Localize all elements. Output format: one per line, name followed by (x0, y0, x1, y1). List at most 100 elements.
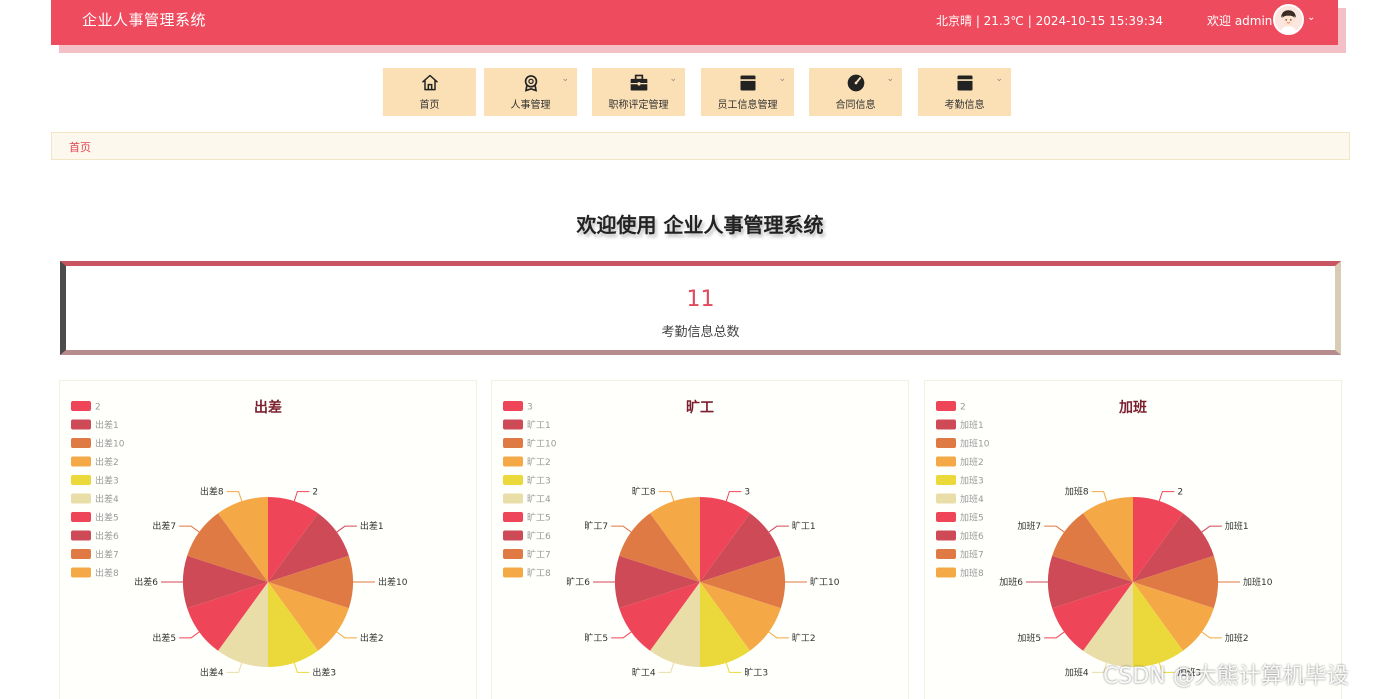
legend-label[interactable]: 出差2 (95, 456, 119, 468)
legend-label[interactable]: 出差10 (95, 438, 125, 450)
slice-label-line (293, 491, 310, 502)
nav-item-contract[interactable]: 合同信息 ⌄ (809, 68, 902, 116)
legend-label[interactable]: 出差5 (95, 512, 119, 524)
legend-label[interactable]: 2 (95, 403, 101, 413)
legend-label[interactable]: 出差1 (95, 419, 119, 431)
chart-title: 旷工 (686, 399, 714, 416)
legend-swatch[interactable] (936, 438, 956, 448)
nav-item-attendance[interactable]: 考勤信息 ⌄ (918, 68, 1011, 116)
nav-item-label: 人事管理 (510, 100, 551, 111)
slice-label-line (1044, 631, 1065, 639)
slice-label: 加班6 (999, 576, 1023, 588)
legend-label[interactable]: 旷工10 (527, 438, 557, 450)
nav-item-title-review[interactable]: 职称评定管理 ⌄ (592, 68, 685, 116)
legend-swatch[interactable] (936, 401, 956, 411)
legend-label[interactable]: 旷工6 (527, 530, 551, 542)
legend-label[interactable]: 加班4 (960, 493, 984, 505)
slice-label-line (768, 631, 789, 639)
legend-swatch[interactable] (503, 549, 523, 559)
legend-label[interactable]: 加班5 (960, 512, 984, 524)
legend-swatch[interactable] (71, 419, 91, 430)
legend-swatch[interactable] (936, 475, 956, 485)
nav-item-employee[interactable]: 员工信息管理 ⌄ (701, 68, 794, 116)
legend-swatch[interactable] (936, 493, 956, 504)
legend-label[interactable]: 旷工3 (527, 475, 551, 487)
legend-label[interactable]: 3 (527, 403, 533, 413)
slice-label: 旷工3 (744, 666, 768, 678)
avatar-icon (1275, 6, 1302, 33)
legend-swatch[interactable] (936, 549, 956, 559)
legend-label[interactable]: 旷工8 (527, 567, 551, 579)
slice-label: 出差4 (200, 666, 224, 678)
chart-card-business-trip: 出差 2 出差1 出差10 出差2 出差3 出差4 出差5 出差6 出差7 出差8 2 出差1 出差10 出… (59, 380, 477, 699)
slice-label: 2 (1177, 488, 1183, 498)
slice-label: 出差5 (152, 632, 176, 644)
legend-label[interactable]: 加班7 (960, 549, 984, 561)
slice-label-line (226, 662, 243, 673)
weather-text: 北京晴 | 21.3℃ (936, 14, 1024, 28)
slice-label: 出差8 (200, 486, 224, 498)
nav-item-personnel[interactable]: 人事管理 ⌄ (484, 68, 577, 116)
legend-label[interactable]: 加班8 (960, 567, 984, 579)
legend-label[interactable]: 加班2 (960, 456, 984, 468)
slice-label: 旷工6 (566, 576, 590, 588)
slice-label: 2 (312, 488, 318, 498)
legend-label[interactable]: 旷工2 (527, 456, 551, 468)
legend-swatch[interactable] (503, 456, 523, 467)
chevron-down-icon[interactable]: ⌄ (1307, 12, 1315, 23)
legend-swatch[interactable] (71, 401, 91, 411)
legend-swatch[interactable] (503, 567, 523, 578)
legend-swatch[interactable] (71, 438, 91, 448)
slice-label: 旷工10 (810, 576, 840, 588)
legend-swatch[interactable] (71, 567, 91, 578)
legend-label[interactable]: 旷工4 (527, 493, 551, 505)
top-header: 企业人事管理系统 北京晴 | 21.3℃ | 2024-10-15 15:39:… (51, 0, 1338, 45)
legend-swatch[interactable] (503, 419, 523, 430)
nav-item-home[interactable]: 首页 (383, 68, 476, 116)
welcome-user[interactable]: 欢迎 admin (1207, 12, 1272, 29)
legend-label[interactable]: 加班1 (960, 419, 984, 431)
legend-swatch[interactable] (71, 493, 91, 504)
slice-label: 出差3 (312, 666, 336, 678)
slice-label: 加班1 (1225, 520, 1249, 532)
legend-swatch[interactable] (936, 456, 956, 467)
legend-swatch[interactable] (503, 530, 523, 541)
legend-swatch[interactable] (71, 512, 91, 522)
legend-swatch[interactable] (503, 475, 523, 485)
legend-swatch[interactable] (71, 475, 91, 485)
avatar[interactable] (1273, 4, 1304, 35)
slice-label-line (336, 525, 357, 533)
legend-label[interactable]: 出差8 (95, 567, 119, 579)
legend-label[interactable]: 旷工5 (527, 512, 551, 524)
legend-swatch[interactable] (503, 438, 523, 448)
legend-label[interactable]: 加班6 (960, 530, 984, 542)
legend-swatch[interactable] (71, 549, 91, 559)
legend-swatch[interactable] (503, 493, 523, 504)
legend-label[interactable]: 出差3 (95, 475, 119, 487)
legend-swatch[interactable] (936, 567, 956, 578)
slice-label-line (658, 662, 675, 673)
pie-chart: 旷工3旷工1旷工10旷工2旷工3旷工4旷工5旷工6旷工7旷工83旷工1旷工10旷… (503, 399, 840, 678)
legend-swatch[interactable] (936, 419, 956, 430)
slice-label-line (658, 491, 675, 502)
legend-swatch[interactable] (71, 456, 91, 467)
legend-label[interactable]: 出差7 (95, 549, 119, 561)
legend-label[interactable]: 2 (960, 403, 966, 413)
legend-label[interactable]: 出差6 (95, 530, 119, 542)
slice-label: 加班10 (1243, 576, 1273, 588)
breadcrumb-home-link[interactable]: 首页 (69, 139, 91, 155)
legend-swatch[interactable] (503, 512, 523, 522)
legend-label[interactable]: 出差4 (95, 493, 119, 505)
slice-label-line (1044, 525, 1065, 533)
slice-label-line (1201, 525, 1222, 533)
legend-swatch[interactable] (71, 530, 91, 541)
pie-chart: 加班2加班1加班10加班2加班3加班4加班5加班6加班7加班82加班1加班10加… (936, 399, 1273, 678)
legend-swatch[interactable] (936, 530, 956, 541)
legend-label[interactable]: 加班3 (960, 475, 984, 487)
legend-label[interactable]: 加班10 (960, 438, 990, 450)
legend-label[interactable]: 旷工1 (527, 419, 551, 431)
chevron-down-icon: ⌄ (669, 74, 677, 84)
legend-label[interactable]: 旷工7 (527, 549, 551, 561)
legend-swatch[interactable] (936, 512, 956, 522)
legend-swatch[interactable] (503, 401, 523, 411)
